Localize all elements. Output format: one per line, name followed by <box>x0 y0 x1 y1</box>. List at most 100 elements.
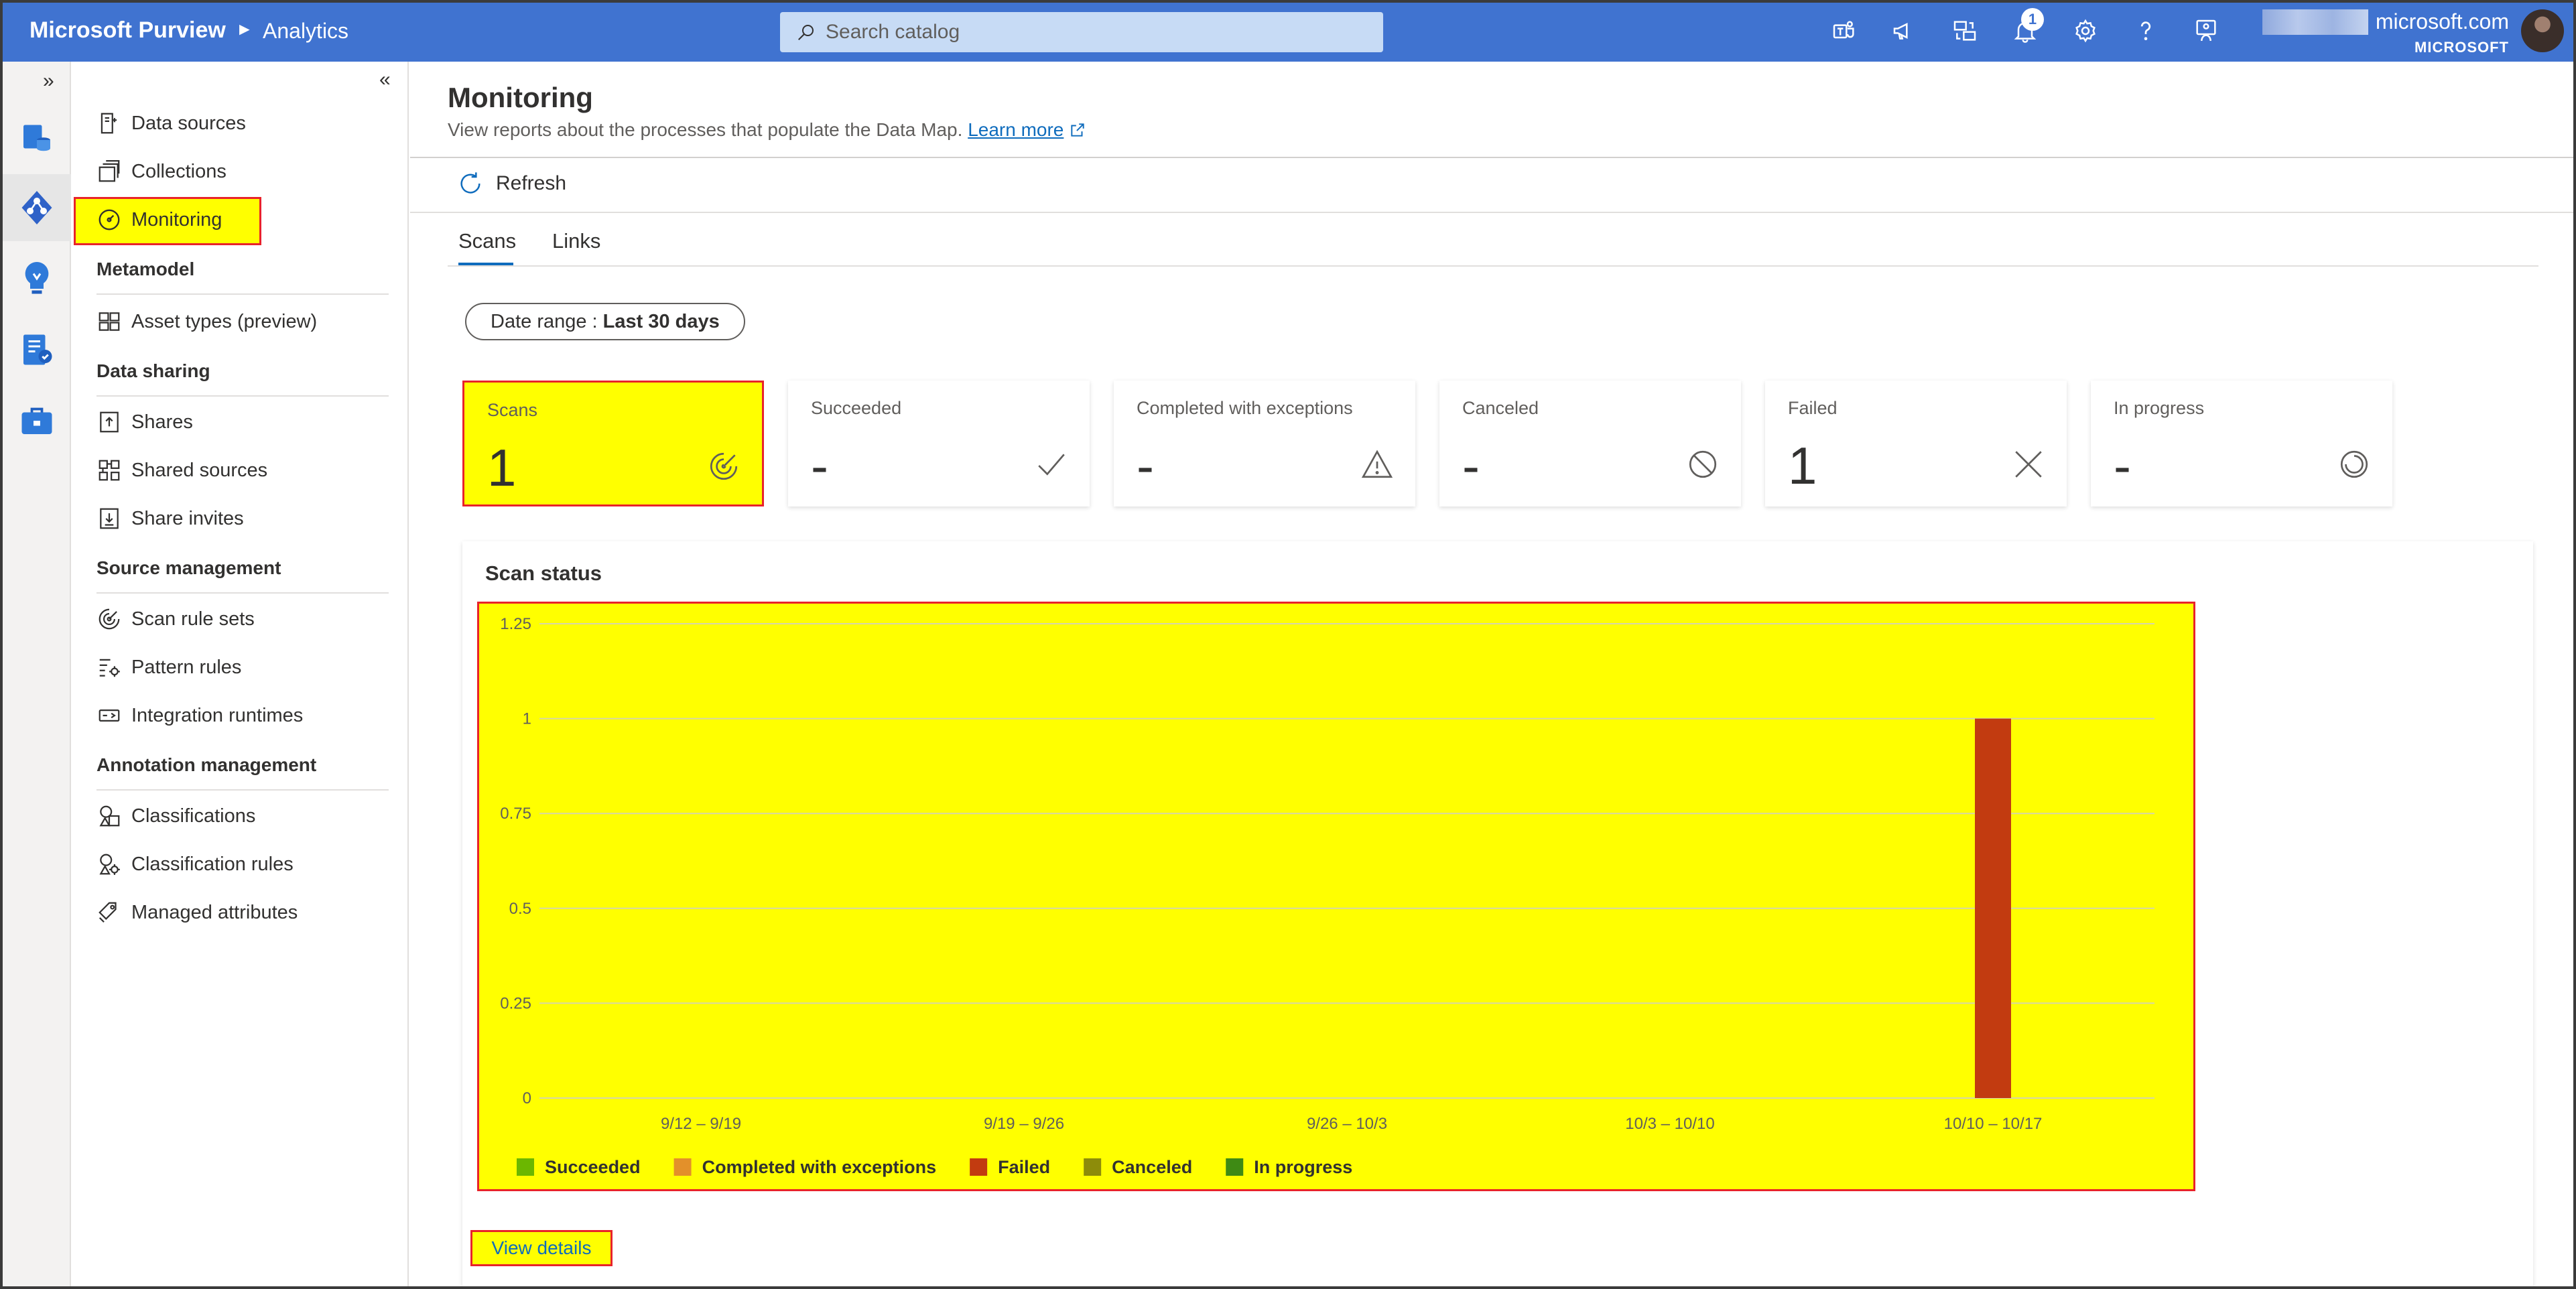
y-tick-label: 0.25 <box>500 994 531 1012</box>
refresh-label: Refresh <box>496 172 567 194</box>
classifications-icon <box>96 803 122 829</box>
account-organization: MICROSOFT <box>2414 39 2509 56</box>
nav-item-pattern-rules[interactable]: Pattern rules <box>71 643 406 691</box>
card-value: - <box>1137 436 1154 495</box>
asset-types-icon <box>96 309 122 334</box>
view-details-link[interactable]: View details <box>470 1230 613 1266</box>
y-tick-label: 0.5 <box>509 900 531 918</box>
card-succeeded[interactable]: Succeeded - <box>788 381 1090 506</box>
rail-data-catalog-icon[interactable] <box>3 103 71 170</box>
nav-item-classifications[interactable]: Classifications <box>71 792 406 840</box>
card-label: In progress <box>2114 398 2205 418</box>
page-subtitle: View reports about the processes that po… <box>448 119 1086 141</box>
card-label: Canceled <box>1462 398 1539 418</box>
external-link-icon[interactable] <box>1069 121 1086 139</box>
shares-icon <box>96 409 122 435</box>
nav-item-asset-types[interactable]: Asset types (preview) <box>71 297 406 346</box>
progress-ring-icon <box>2337 448 2371 481</box>
card-in-progress[interactable]: In progress - <box>2091 381 2392 506</box>
x-tick-label: 9/26 – 10/3 <box>1307 1115 1387 1133</box>
nav-item-label: Asset types (preview) <box>131 310 318 332</box>
rail-policy-icon[interactable] <box>3 316 71 383</box>
expand-rail-chevrons-icon[interactable]: » <box>43 70 54 92</box>
y-tick-label: 1.25 <box>500 615 531 633</box>
nav-item-shared-sources[interactable]: Shared sources <box>71 446 406 494</box>
x-tick-label: 9/12 – 9/19 <box>661 1115 741 1133</box>
nav-item-integration-runtimes[interactable]: Integration runtimes <box>71 691 406 740</box>
settings-gear-icon[interactable] <box>2072 17 2099 44</box>
nav-item-scan-rule-sets[interactable]: Scan rule sets <box>71 595 406 643</box>
rail-management-briefcase-icon[interactable] <box>3 387 71 454</box>
nav-item-share-invites[interactable]: Share invites <box>71 494 406 543</box>
legend-swatch <box>517 1158 534 1176</box>
bar-failed <box>1975 718 2011 1098</box>
legend-swatch <box>970 1158 988 1176</box>
nav-item-label: Classifications <box>131 805 256 827</box>
legend-label: Succeeded <box>545 1157 641 1177</box>
page-title: Monitoring <box>448 82 593 113</box>
card-value: 1 <box>1788 436 1817 495</box>
integration-runtimes-icon <box>96 703 122 728</box>
teams-icon[interactable] <box>1831 17 1858 44</box>
learn-more-link[interactable]: Learn more <box>968 119 1064 140</box>
collapse-nav-chevrons-icon[interactable]: « <box>379 68 391 91</box>
rail-insights-icon[interactable] <box>3 245 71 312</box>
nav-item-label: Classification rules <box>131 853 294 875</box>
card-completed-with-exceptions[interactable]: Completed with exceptions - <box>1114 381 1415 506</box>
help-question-icon[interactable] <box>2132 17 2159 44</box>
top-bar: Microsoft Purview ► Analytics 1 microsof… <box>0 0 2576 62</box>
section-source-management: Source management <box>96 557 281 578</box>
page-subtitle-text: View reports about the processes that po… <box>448 119 963 140</box>
breadcrumb-analytics[interactable]: Analytics <box>263 19 348 44</box>
monitoring-icon <box>96 207 122 232</box>
search-icon <box>798 25 814 40</box>
y-tick-label: 0.75 <box>500 805 531 823</box>
nav-item-label: Share invites <box>131 507 244 529</box>
tab-scans[interactable]: Scans <box>458 229 516 253</box>
card-label: Failed <box>1788 398 1838 418</box>
nav-item-label: Pattern rules <box>131 656 242 678</box>
card-value: - <box>811 436 828 495</box>
search-box[interactable] <box>780 12 1383 52</box>
scan-status-title: Scan status <box>485 561 602 585</box>
nav-item-collections[interactable]: Collections <box>71 147 406 196</box>
breadcrumb-chevron-icon: ► <box>236 19 253 39</box>
card-value: - <box>1462 436 1480 495</box>
nav-item-classification-rules[interactable]: Classification rules <box>71 840 406 888</box>
legend-swatch <box>1084 1158 1102 1176</box>
announcement-icon[interactable] <box>1891 17 1918 44</box>
rail-data-map-icon[interactable] <box>3 174 71 241</box>
date-range-filter[interactable]: Date range : Last 30 days <box>465 303 745 340</box>
card-canceled[interactable]: Canceled - <box>1439 381 1741 506</box>
account-email[interactable]: microsoft.com <box>2376 9 2509 34</box>
directory-switch-icon[interactable] <box>1951 17 1978 44</box>
date-range-label: Date range : <box>491 310 598 332</box>
nav-item-data-sources[interactable]: Data sources <box>71 99 406 147</box>
card-failed[interactable]: Failed 1 <box>1765 381 2067 506</box>
legend-swatch <box>1226 1158 1244 1176</box>
feedback-icon[interactable] <box>2193 17 2219 44</box>
legend-label: Canceled <box>1112 1157 1192 1177</box>
managed-attributes-icon <box>96 900 122 925</box>
card-label: Completed with exceptions <box>1137 398 1353 418</box>
y-tick-label: 0 <box>523 1089 531 1107</box>
y-tick-label: 1 <box>523 710 531 728</box>
nav-item-label: Data sources <box>131 112 246 134</box>
avatar[interactable] <box>2521 9 2564 52</box>
nav-item-label: Monitoring <box>131 208 222 230</box>
scan-status-panel: Scan status 1.25 1 0.75 0.5 0.25 0 9/12 – 9/19… <box>462 541 2533 1286</box>
chart-svg: 1.25 1 0.75 0.5 0.25 0 9/12 – 9/19 9/19 – 9/26 9… <box>500 615 2154 1177</box>
card-scans[interactable]: Scans 1 <box>462 381 764 506</box>
date-range-value: Last 30 days <box>602 310 720 332</box>
brand-title[interactable]: Microsoft Purview <box>29 17 226 44</box>
search-input[interactable] <box>826 21 1362 44</box>
nav-item-monitoring[interactable]: Monitoring <box>71 196 406 244</box>
x-icon <box>2012 448 2045 481</box>
divider <box>96 395 389 397</box>
legend-swatch <box>673 1158 692 1176</box>
refresh-button[interactable]: Refresh <box>457 170 566 197</box>
nav-item-managed-attributes[interactable]: Managed attributes <box>71 888 406 937</box>
scan-status-chart: 1.25 1 0.75 0.5 0.25 0 9/12 – 9/19 9/19 – 9/26 9… <box>477 602 2195 1191</box>
tab-links[interactable]: Links <box>552 229 600 253</box>
nav-item-shares[interactable]: Shares <box>71 398 406 446</box>
